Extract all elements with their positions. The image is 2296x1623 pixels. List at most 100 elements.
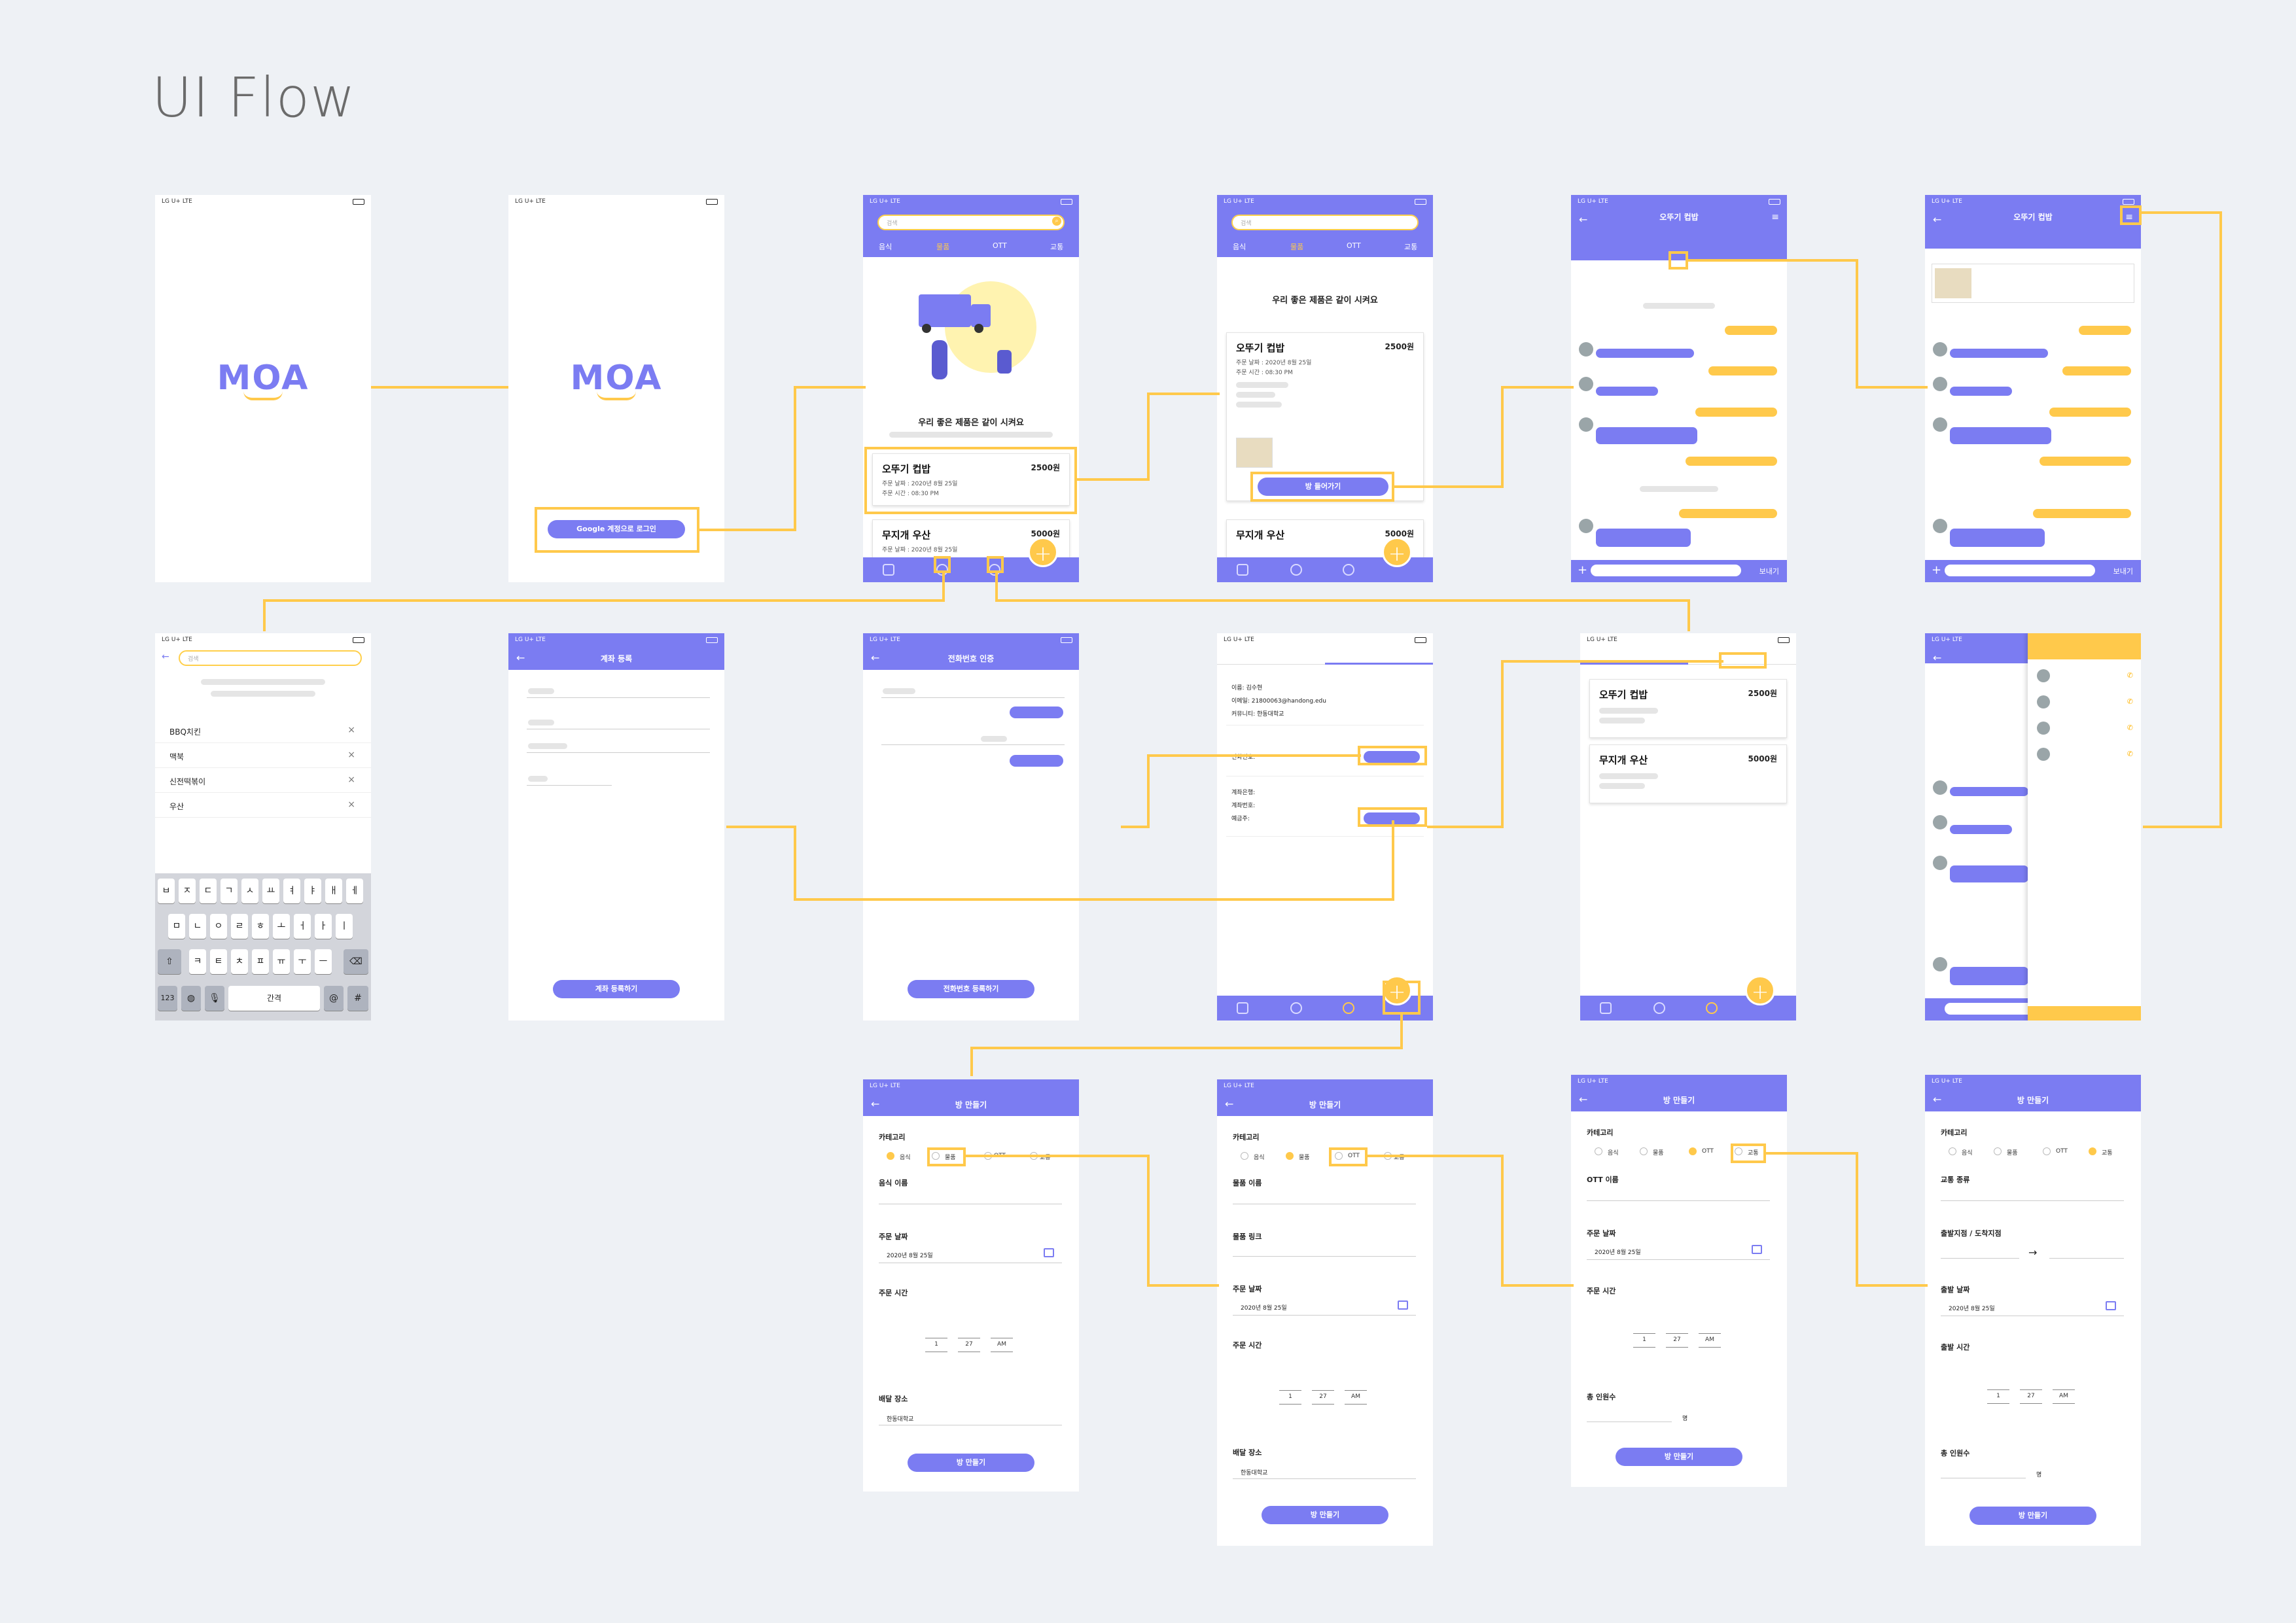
recent-search-item[interactable]: 맥북 × — [155, 743, 371, 768]
recent-search-item[interactable]: 신전떡볶이 × — [155, 768, 371, 793]
at-key[interactable]: @ — [324, 986, 344, 1011]
key[interactable]: ㅌ — [210, 949, 227, 974]
phone-icon[interactable]: ✆ — [2127, 750, 2133, 758]
radio-food[interactable] — [887, 1152, 894, 1160]
key[interactable]: ㅕ — [283, 879, 300, 903]
time-ampm[interactable]: AM — [2054, 1393, 2074, 1399]
number-key[interactable]: 123 — [158, 986, 177, 1011]
home-tab-icon[interactable] — [1600, 1002, 1612, 1014]
link-input[interactable] — [1233, 1256, 1416, 1257]
key[interactable]: ㅁ — [168, 914, 185, 939]
my-post-card[interactable]: 무지개 우산 5000원 — [1589, 744, 1787, 803]
tab-food[interactable]: 음식 — [1233, 241, 1246, 252]
add-attachment-icon[interactable]: + — [1578, 563, 1587, 577]
create-room-button[interactable]: 방 만들기 — [1262, 1506, 1388, 1524]
menu-icon[interactable]: ≡ — [1771, 212, 1779, 222]
name-input[interactable] — [1941, 1200, 2124, 1201]
tab-goods[interactable]: 물품 — [936, 241, 949, 252]
tab-my-posts[interactable] — [1580, 652, 1688, 665]
calendar-icon[interactable] — [1398, 1300, 1408, 1310]
search-input[interactable]: 검색 — [179, 650, 362, 666]
key[interactable]: ㅓ — [294, 914, 311, 939]
create-room-button[interactable]: 방 만들기 — [908, 1454, 1034, 1472]
key[interactable]: ㅜ — [294, 949, 311, 974]
tab-transport[interactable]: 교통 — [1050, 241, 1063, 252]
key[interactable]: ㅊ — [231, 949, 248, 974]
space-key[interactable]: 간격 — [228, 986, 320, 1011]
close-icon[interactable]: × — [347, 799, 355, 810]
add-attachment-icon[interactable]: + — [1932, 563, 1941, 577]
time-minute[interactable]: 27 — [2021, 1393, 2041, 1399]
search-tab-icon[interactable] — [1653, 1002, 1665, 1014]
verify-code-button[interactable] — [1010, 755, 1063, 767]
register-phone-button[interactable]: 전화번호 등록하기 — [908, 980, 1034, 998]
search-input[interactable]: 검색 — [877, 215, 1065, 230]
my-post-card[interactable]: 오뚜기 컵밥 2500원 — [1589, 679, 1787, 738]
key[interactable]: ㅏ — [315, 914, 332, 939]
time-ampm[interactable]: AM — [1700, 1336, 1720, 1343]
radio-goods[interactable] — [1640, 1147, 1648, 1155]
key[interactable]: ㅅ — [241, 879, 258, 903]
tab-ott[interactable]: OTT — [1347, 241, 1361, 250]
key[interactable]: ㄹ — [231, 914, 248, 939]
globe-key-icon[interactable]: ◍ — [181, 986, 201, 1011]
key[interactable]: ㅛ — [262, 879, 279, 903]
key[interactable]: ㄴ — [189, 914, 206, 939]
mic-key-icon[interactable]: 🎙 — [205, 986, 224, 1011]
add-room-fab[interactable]: + — [1028, 537, 1058, 567]
tab-goods[interactable]: 물품 — [1290, 241, 1303, 252]
radio-ott[interactable] — [984, 1152, 992, 1160]
radio-goods[interactable] — [1286, 1152, 1294, 1160]
key[interactable]: ㅐ — [325, 879, 342, 903]
search-icon[interactable]: ⌕ — [1052, 217, 1061, 226]
back-arrow-icon[interactable]: ← — [162, 652, 169, 662]
destination-input[interactable] — [2049, 1258, 2124, 1259]
register-account-button[interactable]: 계좌 등록하기 — [553, 980, 680, 998]
phone-icon[interactable]: ✆ — [2127, 724, 2133, 732]
message-input[interactable] — [1945, 565, 2095, 576]
close-icon[interactable]: × — [347, 725, 355, 735]
radio-transport[interactable] — [1384, 1152, 1392, 1160]
calendar-icon[interactable] — [1752, 1245, 1762, 1254]
home-tab-icon[interactable] — [1237, 1002, 1248, 1014]
add-room-fab[interactable]: + — [1382, 537, 1412, 567]
send-code-button[interactable] — [1010, 707, 1063, 718]
phone-icon[interactable]: ✆ — [2127, 671, 2133, 680]
time-hour[interactable]: 1 — [1988, 1393, 2008, 1399]
key[interactable]: ㅗ — [273, 914, 290, 939]
radio-ott[interactable] — [1689, 1147, 1697, 1155]
chevron-down-icon[interactable]: ⌄ — [1670, 253, 1678, 263]
close-icon[interactable]: × — [347, 750, 355, 760]
create-room-button[interactable]: 방 만들기 — [1969, 1507, 2096, 1525]
time-hour[interactable]: 1 — [1634, 1336, 1654, 1343]
origin-input[interactable] — [1941, 1258, 2019, 1259]
search-tab-icon[interactable] — [1290, 564, 1302, 576]
home-tab-icon[interactable] — [883, 564, 894, 576]
tab-my-info[interactable] — [1325, 652, 1433, 665]
recent-search-item[interactable]: 우산 × — [155, 793, 371, 818]
profile-tab-icon[interactable] — [1343, 564, 1354, 576]
key[interactable]: ㅍ — [252, 949, 269, 974]
key[interactable]: ㅔ — [346, 879, 363, 903]
key[interactable]: ㅡ — [315, 949, 332, 974]
search-input[interactable]: 검색 — [1231, 215, 1419, 230]
profile-tab-icon[interactable] — [1706, 1002, 1718, 1014]
close-icon[interactable]: × — [347, 775, 355, 785]
key[interactable]: ㅑ — [304, 879, 321, 903]
key[interactable]: ㅇ — [210, 914, 227, 939]
calendar-icon[interactable] — [2106, 1301, 2116, 1310]
shift-key-icon[interactable]: ⇧ — [158, 949, 181, 974]
radio-food[interactable] — [1241, 1152, 1248, 1160]
key[interactable]: ㄱ — [221, 879, 238, 903]
search-tab-icon[interactable] — [1290, 1002, 1302, 1014]
time-ampm[interactable]: AM — [992, 1341, 1012, 1348]
radio-food[interactable] — [1949, 1147, 1956, 1155]
leave-room-bar[interactable] — [2028, 1006, 2141, 1021]
backspace-key-icon[interactable]: ⌫ — [344, 949, 368, 974]
key[interactable]: ㅠ — [273, 949, 290, 974]
tab-transport[interactable]: 교통 — [1404, 241, 1417, 252]
name-input[interactable] — [1587, 1200, 1770, 1201]
radio-ott[interactable] — [2043, 1147, 2051, 1155]
tab-ott[interactable]: OTT — [993, 241, 1007, 250]
time-hour[interactable]: 1 — [927, 1341, 946, 1348]
